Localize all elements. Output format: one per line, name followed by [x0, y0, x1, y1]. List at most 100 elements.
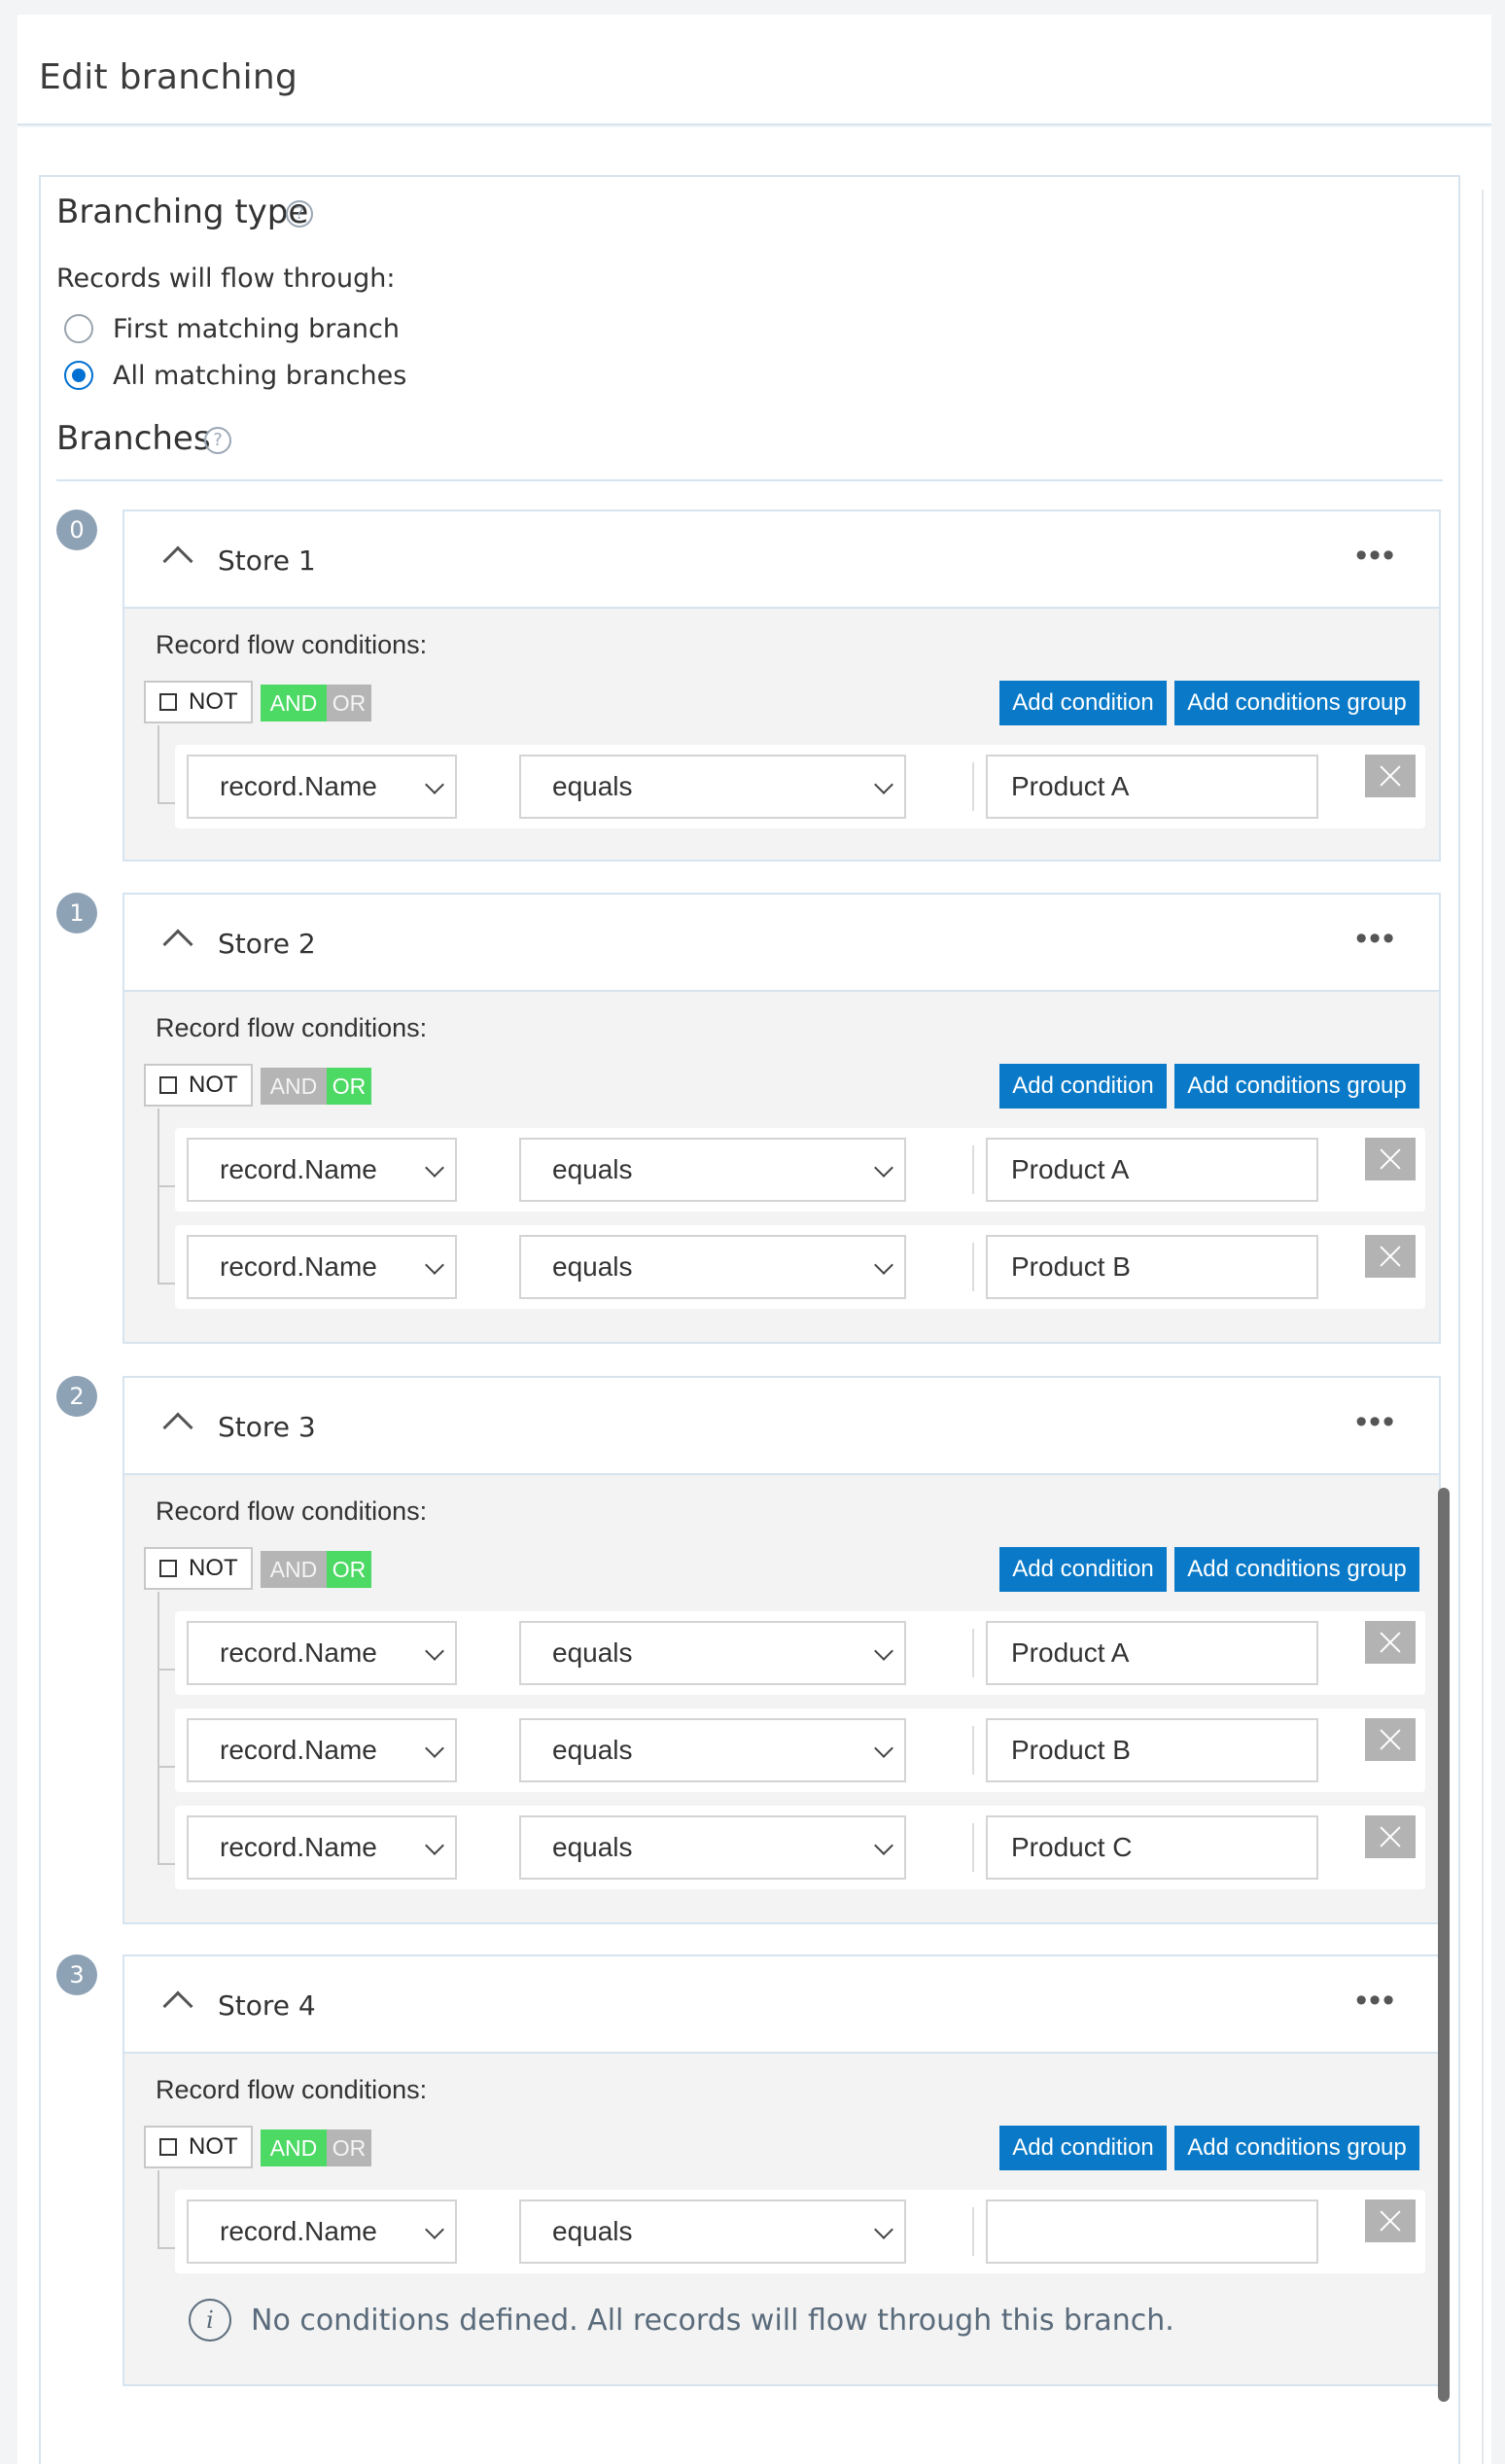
- scrollbar-thumb[interactable]: [1438, 1488, 1450, 2402]
- operator-select[interactable]: equals: [519, 1235, 906, 1299]
- field-select[interactable]: record.Name: [187, 755, 457, 819]
- field-select[interactable]: record.Name: [187, 1138, 457, 1202]
- close-icon[interactable]: [1365, 1718, 1416, 1761]
- add-condition-button[interactable]: Add condition: [999, 681, 1167, 725]
- tree-branch: [158, 1283, 175, 1285]
- more-options-icon[interactable]: •••: [1355, 1403, 1396, 1441]
- not-toggle[interactable]: NOT: [144, 1064, 253, 1107]
- or-toggle[interactable]: OR: [327, 1551, 371, 1588]
- chevron-down-icon: [425, 775, 444, 794]
- field-select[interactable]: record.Name: [187, 1815, 457, 1880]
- and-toggle[interactable]: AND: [261, 1068, 327, 1105]
- condition-row: record.Name equals Product A: [175, 1128, 1425, 1212]
- value-input[interactable]: Product B: [986, 1718, 1318, 1782]
- branch-header[interactable]: Store 2 •••: [124, 895, 1439, 992]
- checkbox-icon[interactable]: [159, 2138, 177, 2156]
- separator: [972, 1726, 974, 1775]
- add-conditions-group-button[interactable]: Add conditions group: [1174, 681, 1419, 725]
- condition-row: record.Name equals Product A: [175, 745, 1425, 828]
- field-select[interactable]: record.Name: [187, 1718, 457, 1782]
- or-toggle[interactable]: OR: [327, 1068, 371, 1105]
- scroll-track-line: [1482, 190, 1484, 2464]
- add-conditions-group-button[interactable]: Add conditions group: [1174, 2126, 1419, 2170]
- not-toggle[interactable]: NOT: [144, 2126, 253, 2168]
- condition-row: record.Name equals Product B: [175, 1708, 1425, 1792]
- branch-card: Store 3 ••• Record flow conditions: NOT …: [122, 1376, 1441, 1924]
- close-icon[interactable]: [1365, 1235, 1416, 1278]
- separator: [972, 1823, 974, 1872]
- branching-type-title: Branching type: [56, 193, 309, 231]
- branch-header[interactable]: Store 1 •••: [124, 511, 1439, 609]
- checkbox-icon[interactable]: [159, 693, 177, 711]
- value-input[interactable]: Product C: [986, 1815, 1318, 1880]
- info-circle-icon: i: [189, 2299, 231, 2341]
- and-toggle[interactable]: AND: [261, 2130, 327, 2166]
- or-toggle[interactable]: OR: [327, 685, 371, 722]
- operator-select[interactable]: equals: [519, 1815, 906, 1880]
- operator-select[interactable]: equals: [519, 1138, 906, 1202]
- branch-header[interactable]: Store 3 •••: [124, 1378, 1439, 1475]
- branch-name: Store 1: [218, 545, 316, 577]
- close-icon[interactable]: [1365, 1138, 1416, 1180]
- not-toggle[interactable]: NOT: [144, 1547, 253, 1590]
- question-circle-icon[interactable]: ?: [286, 200, 313, 228]
- chevron-up-icon[interactable]: [162, 546, 193, 577]
- chevron-up-icon[interactable]: [162, 1990, 193, 2022]
- more-options-icon[interactable]: •••: [1355, 920, 1396, 958]
- radio-all-matching[interactable]: All matching branches: [64, 359, 406, 392]
- close-icon[interactable]: [1365, 755, 1416, 797]
- field-select[interactable]: record.Name: [187, 2200, 457, 2264]
- tree-branch: [158, 1766, 175, 1768]
- operator-select[interactable]: equals: [519, 1718, 906, 1782]
- checkbox-icon[interactable]: [159, 1560, 177, 1577]
- tree-branch: [158, 1669, 175, 1671]
- page-title: Edit branching: [39, 57, 298, 97]
- add-conditions-group-button[interactable]: Add conditions group: [1174, 1547, 1419, 1592]
- add-condition-button[interactable]: Add condition: [999, 1064, 1167, 1109]
- not-toggle[interactable]: NOT: [144, 681, 253, 723]
- radio-button-selected[interactable]: [64, 361, 93, 390]
- not-label: NOT: [189, 688, 238, 715]
- chevron-up-icon[interactable]: [162, 929, 193, 960]
- chevron-up-icon[interactable]: [162, 1412, 193, 1443]
- more-options-icon[interactable]: •••: [1355, 1982, 1396, 2020]
- branch-header[interactable]: Store 4 •••: [124, 1956, 1439, 2054]
- or-toggle[interactable]: OR: [327, 2130, 371, 2166]
- tree-line: [158, 2170, 159, 2248]
- value-input[interactable]: Product A: [986, 1621, 1318, 1685]
- more-options-icon[interactable]: •••: [1355, 537, 1396, 575]
- question-circle-icon[interactable]: ?: [204, 427, 231, 454]
- tree-line: [158, 1592, 159, 1864]
- tree-line: [158, 725, 159, 803]
- chevron-down-icon: [874, 1836, 893, 1855]
- operator-select[interactable]: equals: [519, 1621, 906, 1685]
- separator: [972, 1145, 974, 1194]
- add-condition-button[interactable]: Add condition: [999, 2126, 1167, 2170]
- operator-select[interactable]: equals: [519, 2200, 906, 2264]
- not-label: NOT: [189, 2133, 238, 2160]
- value-input[interactable]: Product A: [986, 1138, 1318, 1202]
- operator-select[interactable]: equals: [519, 755, 906, 819]
- add-condition-button[interactable]: Add condition: [999, 1547, 1167, 1592]
- field-select[interactable]: record.Name: [187, 1235, 457, 1299]
- field-select[interactable]: record.Name: [187, 1621, 457, 1685]
- chevron-down-icon: [425, 1158, 444, 1178]
- value-input[interactable]: Product B: [986, 1235, 1318, 1299]
- chevron-down-icon: [874, 1158, 893, 1178]
- tree-branch: [158, 1185, 175, 1187]
- close-icon[interactable]: [1365, 1621, 1416, 1664]
- chevron-down-icon: [874, 1641, 893, 1661]
- and-toggle[interactable]: AND: [261, 1551, 327, 1588]
- close-icon[interactable]: [1365, 1815, 1416, 1858]
- radio-button[interactable]: [64, 314, 93, 343]
- chevron-down-icon: [874, 775, 893, 794]
- add-conditions-group-button[interactable]: Add conditions group: [1174, 1064, 1419, 1109]
- value-input[interactable]: [986, 2200, 1318, 2264]
- checkbox-icon[interactable]: [159, 1076, 177, 1094]
- separator: [972, 2207, 974, 2256]
- value-input[interactable]: Product A: [986, 755, 1318, 819]
- close-icon[interactable]: [1365, 2200, 1416, 2242]
- radio-first-matching[interactable]: First matching branch: [64, 312, 400, 345]
- and-toggle[interactable]: AND: [261, 685, 327, 722]
- tree-line: [158, 1109, 159, 1284]
